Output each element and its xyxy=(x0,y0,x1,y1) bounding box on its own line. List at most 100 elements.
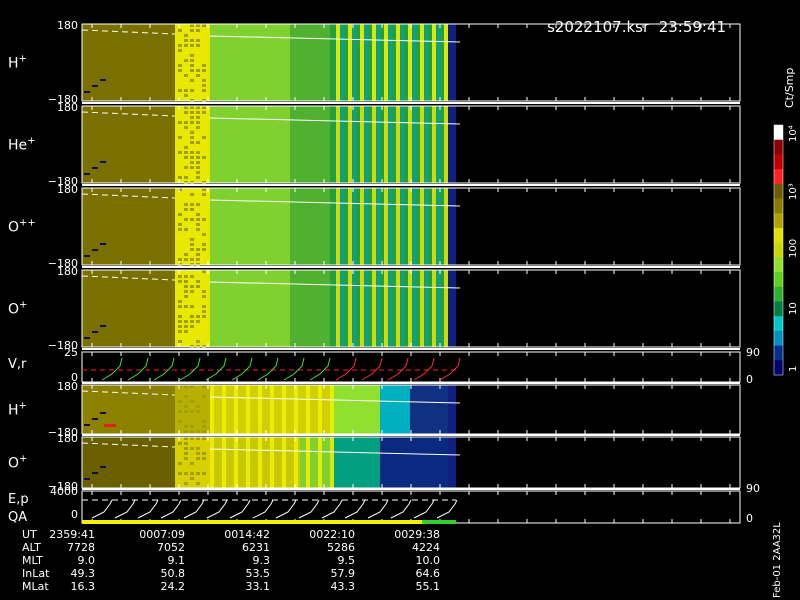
y-max-label: 180 xyxy=(57,101,78,114)
spectrogram-stripe xyxy=(432,188,436,265)
orbit-row: MLat 16.3 24.2 33.1 43.3 55.1 xyxy=(0,580,470,593)
spectrogram-cell xyxy=(178,300,182,303)
spectrogram-cell xyxy=(190,285,194,288)
spectrogram-cell xyxy=(196,315,200,318)
spectrogram-cell xyxy=(196,253,200,256)
spectrogram-stripe xyxy=(425,24,428,101)
spectrogram-cell xyxy=(184,295,188,298)
spectrogram-stripe xyxy=(408,188,412,265)
spectrogram-cell xyxy=(202,430,206,433)
spectrogram-cell xyxy=(184,425,188,428)
panel-frame xyxy=(81,490,741,524)
spectrogram-edge xyxy=(448,106,456,183)
spectrogram-stripe xyxy=(234,385,238,434)
y-max-label: 180 xyxy=(57,183,78,196)
velocity-trace xyxy=(127,357,149,381)
spectrogram-stripe xyxy=(413,106,416,183)
spectrogram-cell xyxy=(196,280,200,283)
spectrogram-cell xyxy=(184,452,188,455)
spectrogram-cell xyxy=(190,193,194,196)
spectrogram-band xyxy=(380,385,410,434)
spectrogram-cell xyxy=(196,447,200,450)
panel-label: QA xyxy=(8,510,27,525)
energy-trace xyxy=(367,499,389,519)
spectrogram-cell xyxy=(202,156,206,159)
spectrogram-cell xyxy=(202,193,206,196)
spectrogram-stripe xyxy=(365,270,368,347)
spectrogram-band xyxy=(290,188,330,265)
spectrogram-cell xyxy=(190,161,194,164)
spectrogram-stripe xyxy=(420,270,424,347)
spectrogram-cell xyxy=(202,233,206,236)
spectrogram-cell xyxy=(190,136,194,139)
spectrogram-cell xyxy=(190,203,194,206)
spectrogram-stripe xyxy=(306,385,310,434)
colorbar-segment xyxy=(774,330,783,347)
spectrogram-cell xyxy=(178,213,182,216)
orbit-value: 9.5 xyxy=(337,554,356,567)
spectrogram-cell xyxy=(178,49,182,52)
energy-trace xyxy=(206,499,228,519)
spectrogram-cell xyxy=(184,156,188,159)
spectrogram-cell xyxy=(196,74,200,77)
velocity-trace xyxy=(387,357,409,381)
spectrogram-marker xyxy=(92,85,98,87)
spectrogram-cell xyxy=(190,410,194,413)
colorbar-segment xyxy=(774,286,783,302)
spectrogram-stripe xyxy=(330,437,334,488)
spectrogram-cell xyxy=(202,243,206,246)
spectrogram-cell xyxy=(196,121,200,124)
spectrogram-stripe xyxy=(420,188,424,265)
spectrogram-stripe xyxy=(372,270,376,347)
spectrogram-marker xyxy=(92,418,98,420)
spectrogram-marker xyxy=(100,161,106,163)
spectrogram-cell xyxy=(196,457,200,460)
y-mid-label: 0 xyxy=(71,371,78,384)
spectrogram-cell xyxy=(202,218,206,221)
y-max-label: 4000 xyxy=(50,485,78,498)
velocity-trace xyxy=(153,357,175,381)
colorbar-segment xyxy=(774,213,783,229)
spectrogram-cell xyxy=(178,315,182,318)
spectrogram-stripe xyxy=(384,188,388,265)
orbit-value: 24.2 xyxy=(160,580,186,593)
spectrogram-cell xyxy=(190,166,194,169)
spectrogram-stripe xyxy=(396,24,400,101)
spectrogram-stripe xyxy=(246,385,250,434)
spectrogram-stripe xyxy=(365,106,368,183)
spectrogram-stripe xyxy=(318,385,322,434)
spectrogram-edge xyxy=(448,270,456,347)
spectrogram-cell xyxy=(196,410,200,413)
panel-label: E,p xyxy=(8,492,29,507)
colorbar-segment xyxy=(774,257,783,273)
spectrogram-cell xyxy=(196,223,200,226)
spectrogram-marker xyxy=(100,79,106,81)
spectrogram-band xyxy=(210,188,290,265)
velocity-trace xyxy=(309,357,331,381)
plot-canvas: H+180−180He+180−180O++180−180O+180−180H+… xyxy=(8,19,799,525)
colorbar-segment xyxy=(774,198,783,214)
spectrogram-cell xyxy=(178,462,182,465)
spectrogram-stripe xyxy=(258,437,262,488)
spectrogram-cell xyxy=(202,64,206,67)
spectrogram-cell xyxy=(184,325,188,328)
right-max-label: 90 xyxy=(746,482,760,495)
spectrogram-stripe xyxy=(425,188,428,265)
spectrogram-cell xyxy=(184,290,188,293)
y-mid-label: 0 xyxy=(71,508,78,521)
spectrogram-cell xyxy=(196,320,200,323)
spectrogram-cell xyxy=(178,330,182,333)
spectrogram-band xyxy=(82,24,175,101)
spectrogram-display: Feb 21, 1992 EXOS-D SMS s2022107.ksr 23:… xyxy=(0,0,800,600)
spectrogram-cell xyxy=(184,89,188,92)
panel-frame xyxy=(81,351,741,383)
spectrogram-marker xyxy=(100,412,106,414)
spectrogram-cell xyxy=(184,94,188,97)
orbit-value: 6231 xyxy=(242,541,270,554)
spectrogram-stripe xyxy=(318,437,322,488)
orbit-value: 0014:42 xyxy=(224,528,270,541)
spectrogram-cell xyxy=(190,44,194,47)
spectrogram-edge xyxy=(448,437,456,488)
energy-trace xyxy=(275,499,297,519)
spectrogram-cell xyxy=(178,223,182,226)
